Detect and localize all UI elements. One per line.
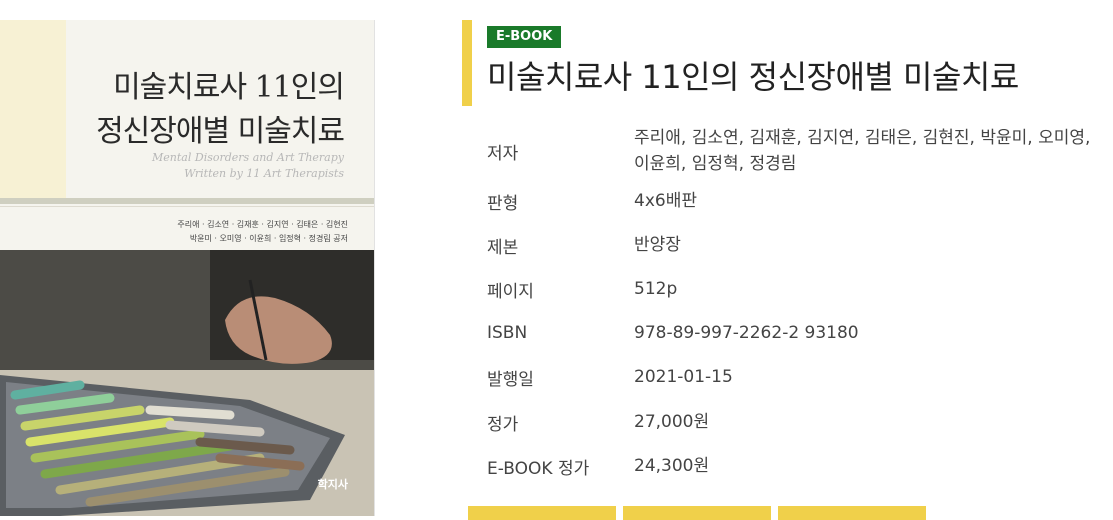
cover-authors: 주리애 · 김소연 · 김재훈 · 김지연 · 김태은 · 김현진 박윤미 · … (177, 218, 348, 246)
action-button-2[interactable] (623, 506, 771, 520)
cover-authors-line2: 박윤미 · 오미영 · 이윤희 · 임정혁 · 정경림 공저 (189, 234, 348, 243)
info-value: 27,000원 (634, 412, 710, 432)
cover-divider-thin (0, 206, 374, 207)
info-row-pages: 페이지 512p (487, 267, 1107, 311)
action-button-3[interactable] (778, 506, 926, 520)
info-label: 정가 (487, 414, 519, 435)
info-row-binding: 제본 반양장 (487, 223, 1107, 267)
info-value: 2021-01-15 (634, 367, 733, 387)
info-row-author: 저자 주리애, 김소연, 김재훈, 김지연, 김태은, 김현진, 박윤미, 오미… (487, 125, 1107, 177)
book-title: 미술치료사 11인의 정신장애별 미술치료 (487, 58, 1019, 96)
cover-title: 미술치료사 11인의 정신장애별 미술치료 (96, 66, 345, 154)
cover-left-band (0, 20, 66, 200)
cover-title-line2: 정신장애별 미술치료 (96, 114, 345, 149)
info-value: 512p (634, 279, 678, 299)
info-row-ebook-price: E-BOOK 정가 24,300원 (487, 445, 1107, 487)
info-value: 주리애, 김소연, 김재훈, 김지연, 김태은, 김현진, 박윤미, 오미영, … (634, 128, 1091, 174)
title-accent-bar (462, 20, 472, 106)
info-row-price: 정가 27,000원 (487, 399, 1107, 445)
info-row-isbn: ISBN 978-89-997-2262-2 93180 (487, 311, 1107, 355)
info-label: 저자 (487, 143, 519, 164)
info-row-publish-date: 발행일 2021-01-15 (487, 355, 1107, 399)
info-label: 발행일 (487, 369, 534, 390)
info-row-format: 판형 4x6배판 (487, 179, 1107, 223)
info-label: 판형 (487, 193, 519, 214)
info-value: 24,300원 (634, 456, 710, 476)
info-label: E-BOOK 정가 (487, 458, 590, 479)
info-label: 페이지 (487, 281, 534, 302)
book-cover: 미술치료사 11인의 정신장애별 미술치료 Mental Disorders a… (0, 20, 375, 516)
info-label: ISBN (487, 323, 528, 343)
cover-subtitle-line2: Written by 11 Art Therapists (184, 167, 344, 180)
info-value: 4x6배판 (634, 191, 697, 211)
book-info-table: 저자 주리애, 김소연, 김재훈, 김지연, 김태은, 김현진, 박윤미, 오미… (487, 125, 1107, 487)
cover-title-line1: 미술치료사 11인의 (113, 70, 345, 105)
cover-subtitle: Mental Disorders and Art Therapy Written… (152, 150, 344, 182)
info-value: 978-89-997-2262-2 93180 (634, 323, 859, 343)
cover-subtitle-line1: Mental Disorders and Art Therapy (152, 151, 344, 164)
cover-publisher: 학지사 (317, 478, 348, 491)
info-value: 반양장 (634, 235, 681, 255)
cover-authors-line1: 주리애 · 김소연 · 김재훈 · 김지연 · 김태은 · 김현진 (177, 220, 348, 229)
cover-photo: 학지사 (0, 250, 374, 516)
cover-divider (0, 198, 374, 204)
info-label: 제본 (487, 237, 519, 258)
ebook-badge: E-BOOK (487, 26, 562, 48)
action-button-1[interactable] (468, 506, 616, 520)
